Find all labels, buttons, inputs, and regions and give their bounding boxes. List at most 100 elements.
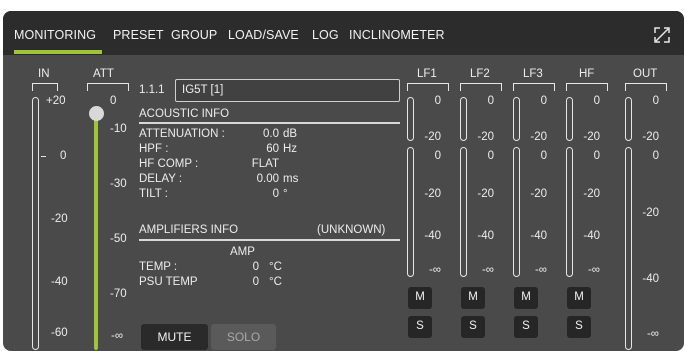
output-scale-label: -20 [642, 207, 659, 219]
attenuation-slider-track[interactable] [94, 112, 98, 350]
band-scale-label: -20 [583, 188, 600, 200]
input-scale-label: -60 [51, 327, 68, 339]
app-window: MONITORING PRESET GROUP LOAD/SAVE LOG IN… [3, 11, 684, 351]
solo-hf-button[interactable]: S [567, 316, 591, 338]
solo-lf1-button[interactable]: S [408, 316, 432, 338]
band-scale-label: -∞ [428, 264, 441, 276]
mute-hf-button[interactable]: M [567, 287, 591, 309]
amplifiers-info-title: AMPLIFIERS INFO [139, 224, 239, 236]
attenuation-scale-label: -∞ [111, 330, 124, 342]
tab-inclinometer[interactable]: INCLINOMETER [349, 28, 445, 42]
output-scale-label: -40 [642, 273, 659, 285]
band-scale-label: 0 [434, 150, 441, 162]
output-gain-reduction-meter [625, 97, 632, 141]
temp-value: 0 [252, 261, 259, 273]
level-meter-hf [566, 147, 573, 277]
output-scale-label: -20 [642, 131, 659, 143]
output-scale-label: -∞ [646, 328, 659, 340]
band-header-hf: HF [579, 68, 595, 80]
attenuation-scale-label: -10 [110, 123, 127, 135]
delay-value: 0.00 [256, 173, 279, 185]
band-scale-label: 0 [593, 95, 600, 107]
attenuation-slider-handle[interactable] [89, 106, 104, 121]
band-scale-label: 0 [540, 95, 547, 107]
psu-temp-value: 0 [252, 276, 259, 288]
attenuation-bracket [87, 83, 129, 91]
gain-reduction-meter-lf1 [407, 97, 414, 141]
tilt-label: TILT : [139, 188, 168, 200]
band-scale-label: 0 [540, 150, 547, 162]
active-tab-indicator [14, 50, 102, 54]
temp-label: TEMP : [139, 261, 178, 273]
band-bracket-lf3 [513, 83, 555, 91]
tilt-unit: ° [283, 188, 288, 200]
attenuation-scale-label: 0 [110, 95, 117, 107]
acoustic-info-divider [139, 122, 400, 124]
input-scale-tick [41, 156, 46, 157]
input-level-meter [32, 97, 39, 350]
hpf-value: 60 [266, 143, 279, 155]
tab-bar: MONITORING PRESET GROUP LOAD/SAVE LOG IN… [3, 11, 684, 55]
tab-group[interactable]: GROUP [171, 28, 217, 42]
output-level-meter [625, 147, 632, 350]
band-scale-label: -20 [530, 131, 547, 143]
band-scale-label: -20 [477, 188, 494, 200]
band-header-lf2: LF2 [470, 68, 490, 80]
input-scale-label: 0 [60, 150, 67, 162]
mute-lf3-button[interactable]: M [514, 287, 538, 309]
band-scale-label: -20 [424, 131, 441, 143]
band-scale-label: -40 [583, 230, 600, 242]
gain-reduction-meter-lf3 [513, 97, 520, 141]
band-scale-label: -40 [424, 230, 441, 242]
band-bracket-lf1 [407, 83, 449, 91]
hpf-unit: Hz [283, 143, 298, 155]
band-scale-label: -40 [477, 230, 494, 242]
tab-preset[interactable]: PRESET [113, 28, 164, 42]
band-bracket-hf [566, 83, 608, 91]
attenuation-scale-label: -70 [110, 288, 127, 300]
output-scale-label: 0 [652, 95, 659, 107]
expand-icon[interactable] [653, 26, 671, 44]
band-scale-label: -40 [530, 230, 547, 242]
attenuation-unit: dB [283, 128, 298, 140]
solo-lf2-button[interactable]: S [461, 316, 485, 338]
tab-monitoring[interactable]: MONITORING [14, 28, 96, 42]
gain-reduction-meter-lf2 [460, 97, 467, 141]
gain-reduction-meter-hf [566, 97, 573, 141]
solo-button[interactable]: SOLO [211, 324, 276, 350]
mute-button[interactable]: MUTE [141, 324, 208, 350]
level-meter-lf2 [460, 147, 467, 277]
delay-label: DELAY : [139, 173, 183, 185]
output-meter-bracket [625, 83, 667, 91]
temp-unit: °C [269, 261, 282, 273]
tab-load-save[interactable]: LOAD/SAVE [228, 28, 299, 42]
hf-comp-label: HF COMP : [139, 158, 199, 170]
input-scale-label: +20 [46, 95, 66, 107]
band-scale-label: -∞ [534, 264, 547, 276]
input-scale-label: -40 [51, 276, 68, 288]
device-name-field[interactable]: IG5T [1] [175, 79, 400, 102]
band-scale-label: -∞ [481, 264, 494, 276]
attenuation-label: ATTENUATION : [139, 128, 225, 140]
attenuation-scale-label: -30 [110, 178, 127, 190]
band-header-lf3: LF3 [523, 68, 543, 80]
attenuation-scale-label: -50 [110, 233, 127, 245]
output-meter-header: OUT [633, 68, 658, 80]
band-scale-label: 0 [434, 95, 441, 107]
tab-log[interactable]: LOG [312, 28, 339, 42]
band-scale-label: -∞ [587, 264, 600, 276]
solo-lf3-button[interactable]: S [514, 316, 538, 338]
tilt-value: 0 [272, 188, 279, 200]
band-scale-label: 0 [487, 150, 494, 162]
attenuation-header: ATT [93, 68, 114, 80]
psu-temp-label: PSU TEMP [139, 276, 198, 288]
mute-lf2-button[interactable]: M [461, 287, 485, 309]
band-scale-label: -20 [530, 188, 547, 200]
amplifiers-status: (UNKNOWN) [317, 224, 386, 236]
mute-lf1-button[interactable]: M [408, 287, 432, 309]
input-meter-bracket [32, 83, 58, 91]
hpf-label: HPF : [139, 143, 169, 155]
device-id: 1.1.1 [139, 84, 165, 96]
input-scale-label: -20 [51, 213, 68, 225]
output-scale-label: 0 [652, 150, 659, 162]
